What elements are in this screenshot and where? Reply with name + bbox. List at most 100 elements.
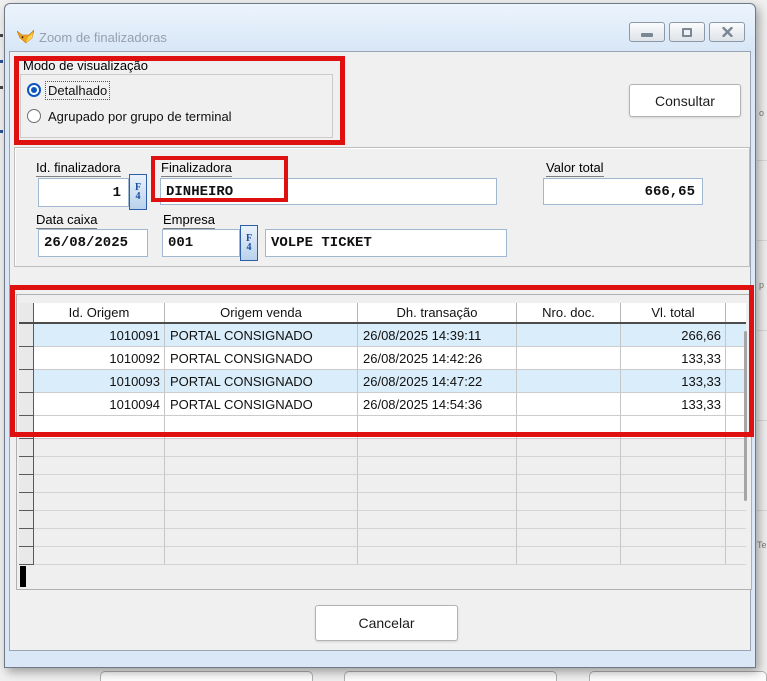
window-title: Zoom de finalizadoras <box>39 30 167 45</box>
background-fragment <box>757 420 767 421</box>
table-cell <box>517 347 621 370</box>
title-bar[interactable]: Zoom de finalizadoras <box>5 4 755 52</box>
row-selector[interactable] <box>19 493 34 511</box>
row-selector[interactable] <box>19 347 34 370</box>
table-cell <box>358 475 517 493</box>
table-cell <box>34 547 165 565</box>
table-cell <box>621 493 726 511</box>
table-cell <box>517 493 621 511</box>
background-partial-button[interactable] <box>100 671 313 681</box>
id-finalizadora-label: Id. finalizadora <box>36 161 121 177</box>
radio-option-agrupado[interactable]: Agrupado por grupo de terminal <box>27 107 234 125</box>
table-cell: 26/08/2025 14:42:26 <box>358 347 517 370</box>
background-partial-button[interactable] <box>589 671 767 681</box>
row-selector[interactable] <box>19 475 34 493</box>
row-filler <box>726 475 746 493</box>
table-cell <box>34 511 165 529</box>
background-partial-button[interactable] <box>344 671 557 681</box>
radio-option-detalhado[interactable]: Detalhado <box>27 81 109 99</box>
row-selector[interactable] <box>19 529 34 547</box>
finalizadora-label: Finalizadora <box>161 161 232 177</box>
column-header[interactable]: Origem venda <box>165 303 358 322</box>
table-cell: 1010093 <box>34 370 165 393</box>
f4-icon: 4 <box>247 243 252 252</box>
empresa-field[interactable]: 001 <box>162 229 240 257</box>
data-caixa-label: Data caixa <box>36 213 97 229</box>
background-fragment <box>757 330 767 331</box>
row-selector[interactable] <box>19 416 34 439</box>
row-filler <box>726 416 746 439</box>
table-row[interactable]: 1010094PORTAL CONSIGNADO26/08/2025 14:54… <box>19 393 746 416</box>
row-selector[interactable] <box>19 393 34 416</box>
table-row[interactable] <box>19 416 746 439</box>
fox-app-icon <box>17 29 34 46</box>
table-cell <box>517 416 621 439</box>
data-caixa-field[interactable]: 26/08/2025 <box>38 229 148 257</box>
row-selector[interactable] <box>19 511 34 529</box>
table-cell <box>358 439 517 457</box>
table-row[interactable]: 1010093PORTAL CONSIGNADO26/08/2025 14:47… <box>19 370 746 393</box>
table-cell: 1010091 <box>34 324 165 347</box>
cancelar-button[interactable]: Cancelar <box>315 605 458 641</box>
id-finalizadora-f4-lookup-button[interactable]: F 4 <box>129 174 147 210</box>
radio-icon[interactable] <box>27 109 41 123</box>
radio-label[interactable]: Detalhado <box>46 82 109 99</box>
table-row[interactable] <box>19 529 746 547</box>
table-cell <box>517 547 621 565</box>
row-filler <box>726 529 746 547</box>
table-cell <box>165 457 358 475</box>
results-grid-body: 1010091PORTAL CONSIGNADO26/08/2025 14:39… <box>19 324 746 565</box>
table-cell: 26/08/2025 14:54:36 <box>358 393 517 416</box>
column-header[interactable]: Dh. transação <box>358 303 517 322</box>
table-row[interactable] <box>19 457 746 475</box>
table-cell <box>34 439 165 457</box>
row-selector[interactable] <box>19 324 34 347</box>
close-icon <box>722 27 733 37</box>
radio-icon[interactable] <box>27 83 41 97</box>
table-row[interactable] <box>19 439 746 457</box>
table-cell: PORTAL CONSIGNADO <box>165 370 358 393</box>
close-button[interactable] <box>709 22 745 42</box>
id-finalizadora-field[interactable]: 1 <box>38 178 129 207</box>
table-row[interactable] <box>19 493 746 511</box>
background-fragment <box>757 510 767 511</box>
table-cell <box>34 475 165 493</box>
table-row[interactable] <box>19 475 746 493</box>
table-cell <box>34 416 165 439</box>
table-cell <box>34 457 165 475</box>
row-selector[interactable] <box>19 547 34 565</box>
table-cell <box>621 547 726 565</box>
results-grid-header: Id. Origem Origem venda Dh. transação Nr… <box>19 303 746 324</box>
table-cell <box>358 493 517 511</box>
row-filler <box>726 493 746 511</box>
column-header[interactable]: Vl. total <box>621 303 726 322</box>
table-cell: 133,33 <box>621 347 726 370</box>
table-cell <box>358 416 517 439</box>
consultar-button[interactable]: Consultar <box>629 84 741 117</box>
column-header[interactable]: Nro. doc. <box>517 303 621 322</box>
row-filler <box>726 547 746 565</box>
row-selector[interactable] <box>19 370 34 393</box>
finalizadora-field[interactable]: DINHEIRO <box>160 178 497 205</box>
table-row[interactable]: 1010092PORTAL CONSIGNADO26/08/2025 14:42… <box>19 347 746 370</box>
table-cell <box>621 416 726 439</box>
row-selector[interactable] <box>19 439 34 457</box>
table-cell: 133,33 <box>621 370 726 393</box>
row-filler <box>726 439 746 457</box>
vertical-scrollbar[interactable] <box>744 331 747 501</box>
row-selector[interactable] <box>19 457 34 475</box>
table-cell <box>517 324 621 347</box>
radio-label[interactable]: Agrupado por grupo de terminal <box>46 108 234 125</box>
maximize-button[interactable] <box>669 22 705 42</box>
table-row[interactable] <box>19 547 746 565</box>
empresa-f4-lookup-button[interactable]: F 4 <box>240 225 258 261</box>
table-cell <box>621 457 726 475</box>
table-row[interactable]: 1010091PORTAL CONSIGNADO26/08/2025 14:39… <box>19 324 746 347</box>
table-row[interactable] <box>19 511 746 529</box>
table-cell <box>165 547 358 565</box>
table-cell <box>358 511 517 529</box>
table-cell <box>358 547 517 565</box>
background-fragment <box>757 160 767 161</box>
minimize-button[interactable] <box>629 22 665 42</box>
column-header[interactable]: Id. Origem <box>34 303 165 322</box>
